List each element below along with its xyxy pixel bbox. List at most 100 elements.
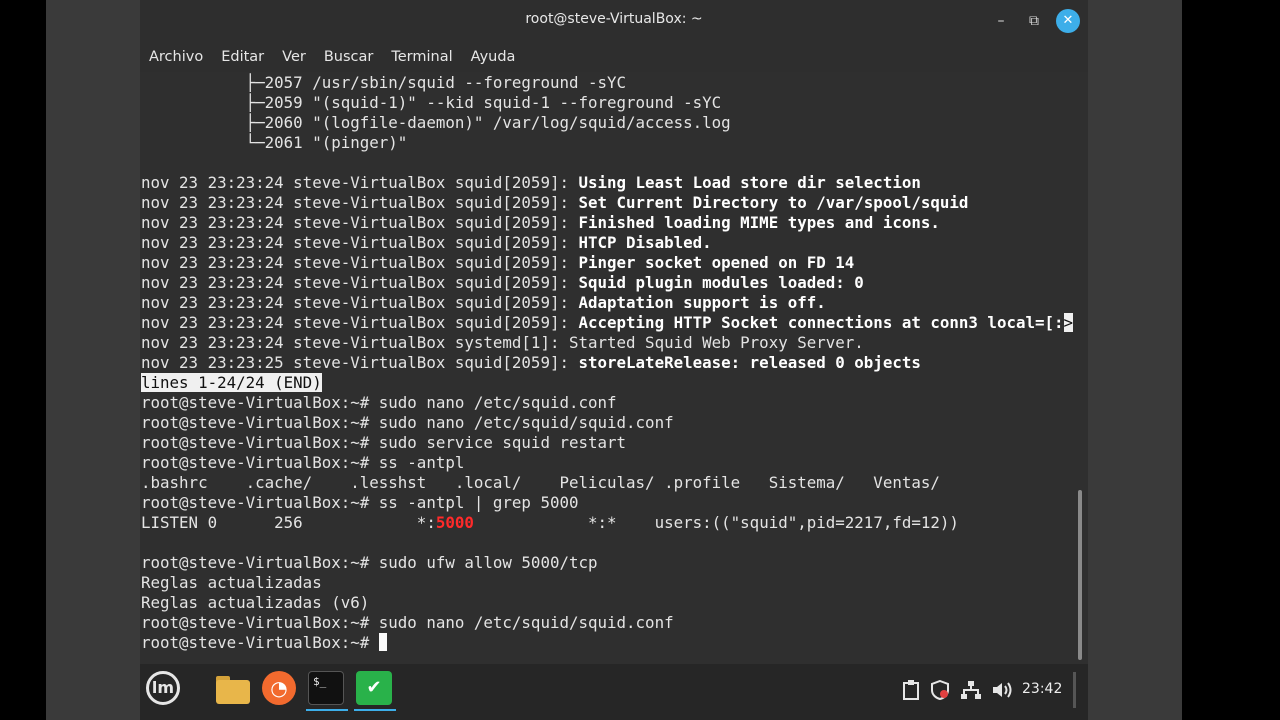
systemd-line: nov 23 23:23:24 steve-VirtualBox systemd… xyxy=(141,333,864,352)
volume-icon[interactable] xyxy=(991,680,1013,704)
log-line: nov 23 23:23:25 steve-VirtualBox squid[2… xyxy=(141,353,921,373)
tree-line: ├─2060 "(logfile-daemon)" /var/log/squid… xyxy=(141,113,731,132)
menu-archivo[interactable]: Archivo xyxy=(140,42,212,72)
network-icon[interactable] xyxy=(960,680,982,704)
terminal-output[interactable]: ├─2057 /usr/sbin/squid --foreground -sYC… xyxy=(140,72,1088,664)
menu-buscar[interactable]: Buscar xyxy=(315,42,383,72)
log-message: Finished loading MIME types and icons. xyxy=(578,213,940,232)
log-prefix: nov 23 23:23:24 steve-VirtualBox squid[2… xyxy=(141,253,579,272)
folder-body-shape xyxy=(216,680,250,704)
log-line: nov 23 23:23:24 steve-VirtualBox squid[2… xyxy=(141,293,826,313)
command-text: sudo nano /etc/squid/squid.conf xyxy=(378,613,674,632)
command-line: root@steve-VirtualBox:~# ss -antpl | gre… xyxy=(141,493,579,513)
log-prefix: nov 23 23:23:24 steve-VirtualBox squid[2… xyxy=(141,173,579,192)
menu-ver[interactable]: Ver xyxy=(273,42,315,72)
taskbar: lm ◔ $_ ✔ 23:42 xyxy=(140,664,1088,720)
desktop-background-right xyxy=(1088,0,1182,720)
listen-prefix: LISTEN 0 256 *: xyxy=(141,513,436,532)
listen-port-highlight: 5000 xyxy=(435,513,474,532)
shell-prompt: root@steve-VirtualBox:~# xyxy=(141,453,379,472)
command-text: sudo nano /etc/squid.conf xyxy=(378,393,617,412)
terminal-scrollbar[interactable] xyxy=(1078,490,1082,660)
log-line: nov 23 23:23:24 steve-VirtualBox squid[2… xyxy=(141,253,854,273)
log-message: storeLateRelease: released 0 objects xyxy=(578,353,921,372)
tree-line: ├─2057 /usr/sbin/squid --foreground -sYC xyxy=(141,73,627,92)
desktop-background-left xyxy=(46,0,140,720)
window-title: root@steve-VirtualBox: ~ xyxy=(525,11,703,27)
menu-editar[interactable]: Editar xyxy=(212,42,273,72)
menu-terminal[interactable]: Terminal xyxy=(382,42,461,72)
command-text: sudo nano /etc/squid/squid.conf xyxy=(378,413,674,432)
panel-grip xyxy=(1073,672,1076,708)
active-window-indicator xyxy=(306,709,348,711)
command-line: root@steve-VirtualBox:~# sudo ufw allow … xyxy=(141,553,598,573)
log-line: nov 23 23:23:24 steve-VirtualBox squid[2… xyxy=(141,193,968,213)
listen-suffix: *:* users:(("squid",pid=2217,fd=12)) xyxy=(473,513,959,532)
log-message: Using Least Load store dir selection xyxy=(578,173,921,192)
text-cursor xyxy=(378,633,387,651)
menu-bar: Archivo Editar Ver Buscar Terminal Ayuda xyxy=(140,42,1088,72)
log-prefix: nov 23 23:23:24 steve-VirtualBox squid[2… xyxy=(141,193,579,212)
tree-line: └─2061 "(pinger)" xyxy=(141,133,408,152)
right-black-bar xyxy=(1182,0,1280,720)
log-message: Adaptation support is off. xyxy=(578,293,826,312)
active-prompt-line[interactable]: root@steve-VirtualBox:~# xyxy=(141,633,387,653)
listen-output: LISTEN 0 256 *:5000 *:* users:(("squid",… xyxy=(141,513,959,533)
update-manager-shield-icon[interactable]: ✔ xyxy=(356,671,392,705)
log-message: Pinger socket opened on FD 14 xyxy=(578,253,855,272)
left-black-bar xyxy=(0,0,46,720)
command-text: ss -antpl xyxy=(378,453,465,472)
shell-prompt: root@steve-VirtualBox:~# xyxy=(141,413,379,432)
command-output: Reglas actualizadas (v6) xyxy=(141,593,370,612)
close-button[interactable]: ✕ xyxy=(1056,9,1080,33)
shell-prompt: root@steve-VirtualBox:~# xyxy=(141,633,379,652)
security-shield-icon[interactable] xyxy=(930,679,950,704)
log-prefix: nov 23 23:23:24 steve-VirtualBox squid[2… xyxy=(141,293,579,312)
command-line: root@steve-VirtualBox:~# sudo nano /etc/… xyxy=(141,393,617,413)
completion-list: .bashrc .cache/ .lesshst .local/ Pelicul… xyxy=(141,473,940,492)
clipboard-icon[interactable] xyxy=(902,680,920,704)
log-message: Accepting HTTP Socket connections at con… xyxy=(578,313,1064,332)
log-message: HTCP Disabled. xyxy=(578,233,712,252)
log-line: nov 23 23:23:24 steve-VirtualBox squid[2… xyxy=(141,233,712,253)
log-prefix: nov 23 23:23:25 steve-VirtualBox squid[2… xyxy=(141,353,579,372)
line-overflow-marker: > xyxy=(1063,313,1074,332)
log-line: nov 23 23:23:24 steve-VirtualBox squid[2… xyxy=(141,273,864,293)
log-message: Squid plugin modules loaded: 0 xyxy=(578,273,864,292)
command-text: ss -antpl | grep 5000 xyxy=(378,493,579,512)
shell-prompt: root@steve-VirtualBox:~# xyxy=(141,553,379,572)
command-text: sudo service squid restart xyxy=(378,433,627,452)
shell-prompt: root@steve-VirtualBox:~# xyxy=(141,613,379,632)
command-line: root@steve-VirtualBox:~# sudo nano /etc/… xyxy=(141,613,674,633)
shell-prompt: root@steve-VirtualBox:~# xyxy=(141,433,379,452)
title-bar[interactable]: root@steve-VirtualBox: ~ – ⧉ ✕ xyxy=(140,0,1088,42)
log-line: nov 23 23:23:24 steve-VirtualBox squid[2… xyxy=(141,313,1074,333)
shell-prompt: root@steve-VirtualBox:~# xyxy=(141,493,379,512)
pager-status: lines 1-24/24 (END) xyxy=(141,373,322,392)
mint-menu-icon[interactable]: lm xyxy=(146,671,180,705)
running-window-indicator xyxy=(354,709,396,711)
minimize-button[interactable]: – xyxy=(989,9,1013,33)
log-line: nov 23 23:23:24 steve-VirtualBox squid[2… xyxy=(141,173,921,193)
log-prefix: nov 23 23:23:24 steve-VirtualBox squid[2… xyxy=(141,213,579,232)
terminal-window: root@steve-VirtualBox: ~ – ⧉ ✕ Archivo Ed… xyxy=(140,0,1088,664)
log-prefix: nov 23 23:23:24 steve-VirtualBox squid[2… xyxy=(141,273,579,292)
tree-line: ├─2059 "(squid-1)" --kid squid-1 --foreg… xyxy=(141,93,722,112)
terminal-app-icon[interactable]: $_ xyxy=(308,671,344,705)
command-text: sudo ufw allow 5000/tcp xyxy=(378,553,598,572)
log-prefix: nov 23 23:23:24 steve-VirtualBox squid[2… xyxy=(141,233,579,252)
pager-status-line: lines 1-24/24 (END) xyxy=(141,373,322,393)
command-line: root@steve-VirtualBox:~# ss -antpl xyxy=(141,453,464,473)
log-prefix: nov 23 23:23:24 steve-VirtualBox squid[2… xyxy=(141,313,579,332)
command-line: root@steve-VirtualBox:~# sudo nano /etc/… xyxy=(141,413,674,433)
log-message: Set Current Directory to /var/spool/squi… xyxy=(578,193,969,212)
firefox-icon[interactable]: ◔ xyxy=(262,671,296,705)
log-line: nov 23 23:23:24 steve-VirtualBox squid[2… xyxy=(141,213,940,233)
maximize-button[interactable]: ⧉ xyxy=(1022,9,1046,33)
command-line: root@steve-VirtualBox:~# sudo service sq… xyxy=(141,433,626,453)
files-folder-icon[interactable] xyxy=(215,670,251,708)
shell-prompt: root@steve-VirtualBox:~# xyxy=(141,393,379,412)
command-output: Reglas actualizadas xyxy=(141,573,322,592)
clock[interactable]: 23:42 xyxy=(1022,681,1062,697)
menu-ayuda[interactable]: Ayuda xyxy=(462,42,525,72)
